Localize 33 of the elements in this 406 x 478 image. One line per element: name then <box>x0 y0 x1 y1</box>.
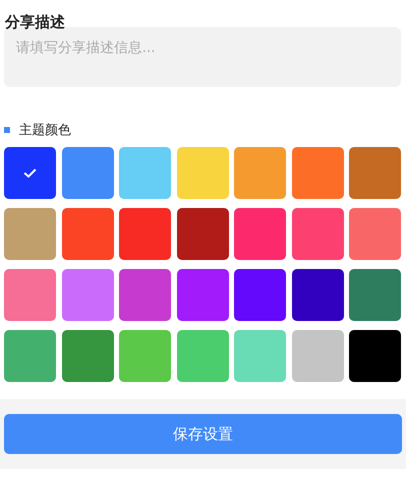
color-swatch[interactable] <box>292 330 344 382</box>
color-swatch[interactable] <box>292 208 344 260</box>
checkmark-icon <box>23 168 37 178</box>
color-swatch[interactable] <box>176 330 228 382</box>
color-swatch[interactable] <box>176 269 228 321</box>
color-swatch[interactable] <box>62 269 114 321</box>
color-swatch[interactable] <box>349 147 401 199</box>
color-swatch[interactable] <box>119 330 171 382</box>
color-swatch[interactable] <box>234 269 286 321</box>
color-swatch[interactable] <box>4 330 56 382</box>
section-title: 分享描述 <box>4 12 66 27</box>
color-swatch[interactable] <box>176 208 228 260</box>
color-swatch[interactable] <box>234 208 286 260</box>
color-swatch[interactable] <box>349 208 401 260</box>
color-swatch[interactable] <box>349 269 401 321</box>
color-swatch[interactable] <box>234 330 286 382</box>
color-swatch[interactable] <box>4 208 56 260</box>
color-swatch[interactable] <box>292 147 344 199</box>
color-swatch[interactable] <box>176 147 228 199</box>
color-swatch[interactable] <box>4 269 56 321</box>
color-swatch[interactable] <box>119 269 171 321</box>
color-swatch[interactable] <box>62 330 114 382</box>
color-swatch[interactable] <box>292 269 344 321</box>
color-swatch[interactable] <box>234 147 286 199</box>
color-swatch[interactable] <box>119 208 171 260</box>
color-swatch[interactable] <box>349 330 401 382</box>
section-title: 主题颜色 <box>19 122 71 139</box>
bullet-icon <box>4 127 10 133</box>
color-swatch[interactable] <box>4 147 56 199</box>
color-swatch[interactable] <box>119 147 171 199</box>
color-swatch[interactable] <box>62 208 114 260</box>
color-swatch[interactable] <box>62 147 114 199</box>
save-button[interactable]: 保存设置 <box>4 414 402 454</box>
